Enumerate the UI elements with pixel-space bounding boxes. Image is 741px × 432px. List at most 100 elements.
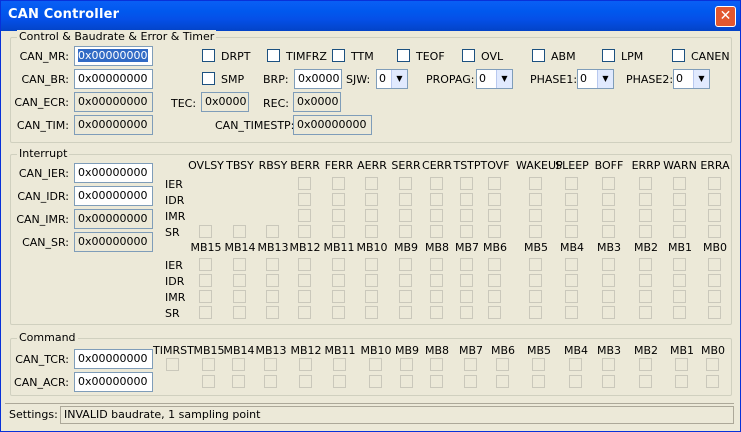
brp-field[interactable]: 0x0000	[294, 69, 342, 89]
mb-mb12-ier-checkbox[interactable]	[298, 258, 311, 271]
status-aerr-imr-checkbox[interactable]	[365, 209, 378, 222]
command-mb3-checkbox-2[interactable]	[602, 375, 615, 388]
status-aerr-ier-checkbox[interactable]	[365, 177, 378, 190]
mb-mb8-idr-checkbox[interactable]	[430, 274, 443, 287]
command-mb0-checkbox-1[interactable]	[706, 358, 719, 371]
mb-mb13-imr-checkbox[interactable]	[266, 290, 279, 303]
phase2-select[interactable]: 0 ▼	[673, 69, 710, 89]
command-mb9-checkbox-2[interactable]	[400, 375, 413, 388]
mb-mb0-ier-checkbox[interactable]	[708, 258, 721, 271]
phase1-select[interactable]: 0 ▼	[577, 69, 614, 89]
status-sleep-ier-checkbox[interactable]	[565, 177, 578, 190]
command-mb5-checkbox-2[interactable]	[532, 375, 545, 388]
checkbox-ttm[interactable]	[332, 49, 345, 62]
command-mb6-checkbox-2[interactable]	[496, 375, 509, 388]
command-mb9-checkbox-1[interactable]	[400, 358, 413, 371]
status-tstp-idr-checkbox[interactable]	[460, 193, 473, 206]
mb-mb15-ier-checkbox[interactable]	[199, 258, 212, 271]
mb-mb4-ier-checkbox[interactable]	[565, 258, 578, 271]
status-cerr-ier-checkbox[interactable]	[430, 177, 443, 190]
status-ferr-idr-checkbox[interactable]	[332, 193, 345, 206]
command-mb8-checkbox-1[interactable]	[430, 358, 443, 371]
status-tovf-imr-checkbox[interactable]	[488, 209, 501, 222]
command-mb10-checkbox-1[interactable]	[369, 358, 382, 371]
mb-mb6-ier-checkbox[interactable]	[488, 258, 501, 271]
command-mb14-checkbox-1[interactable]	[232, 358, 245, 371]
command-timrst-checkbox-1[interactable]	[166, 358, 179, 371]
command-mb6-checkbox-1[interactable]	[496, 358, 509, 371]
status-errp-idr-checkbox[interactable]	[639, 193, 652, 206]
command-mb14-checkbox-2[interactable]	[232, 375, 245, 388]
control-can_br-field[interactable]: 0x00000000	[74, 69, 153, 89]
command-mb10-checkbox-2[interactable]	[369, 375, 382, 388]
command-mb15-checkbox-2[interactable]	[202, 375, 215, 388]
chevron-down-icon[interactable]: ▼	[391, 70, 407, 88]
status-tstp-imr-checkbox[interactable]	[460, 209, 473, 222]
command-can_acr-field[interactable]: 0x00000000	[74, 372, 153, 392]
mb-mb9-imr-checkbox[interactable]	[399, 290, 412, 303]
status-serr-ier-checkbox[interactable]	[399, 177, 412, 190]
command-mb3-checkbox-1[interactable]	[602, 358, 615, 371]
command-mb7-checkbox-2[interactable]	[464, 375, 477, 388]
mb-mb9-idr-checkbox[interactable]	[399, 274, 412, 287]
command-mb2-checkbox-2[interactable]	[639, 375, 652, 388]
mb-mb2-idr-checkbox[interactable]	[639, 274, 652, 287]
status-warn-ier-checkbox[interactable]	[673, 177, 686, 190]
title-bar[interactable]: CAN Controller ✕	[1, 1, 740, 31]
checkbox-ovl[interactable]	[462, 49, 475, 62]
mb-mb13-idr-checkbox[interactable]	[266, 274, 279, 287]
checkbox-smp[interactable]	[202, 72, 215, 85]
propag-select[interactable]: 0 ▼	[476, 69, 513, 89]
mb-mb1-idr-checkbox[interactable]	[673, 274, 686, 287]
status-errp-ier-checkbox[interactable]	[639, 177, 652, 190]
mb-mb9-ier-checkbox[interactable]	[399, 258, 412, 271]
command-mb4-checkbox-1[interactable]	[569, 358, 582, 371]
status-errp-imr-checkbox[interactable]	[639, 209, 652, 222]
command-mb0-checkbox-2[interactable]	[706, 375, 719, 388]
checkbox-drpt[interactable]	[202, 49, 215, 62]
sjw-select[interactable]: 0 ▼	[376, 69, 408, 89]
mb-mb14-ier-checkbox[interactable]	[233, 258, 246, 271]
command-mb12-checkbox-2[interactable]	[299, 375, 312, 388]
status-wakeup-ier-checkbox[interactable]	[529, 177, 542, 190]
mb-mb2-ier-checkbox[interactable]	[639, 258, 652, 271]
mb-mb11-imr-checkbox[interactable]	[332, 290, 345, 303]
command-mb1-checkbox-2[interactable]	[675, 375, 688, 388]
status-boff-imr-checkbox[interactable]	[602, 209, 615, 222]
mb-mb11-ier-checkbox[interactable]	[332, 258, 345, 271]
status-boff-ier-checkbox[interactable]	[602, 177, 615, 190]
checkbox-lpm[interactable]	[602, 49, 615, 62]
status-ferr-imr-checkbox[interactable]	[332, 209, 345, 222]
mb-mb14-imr-checkbox[interactable]	[233, 290, 246, 303]
status-berr-ier-checkbox[interactable]	[298, 177, 311, 190]
mb-mb1-imr-checkbox[interactable]	[673, 290, 686, 303]
command-mb4-checkbox-2[interactable]	[569, 375, 582, 388]
control-can_mr-field[interactable]: 0x00000000	[74, 46, 153, 66]
command-mb7-checkbox-1[interactable]	[464, 358, 477, 371]
status-erra-idr-checkbox[interactable]	[708, 193, 721, 206]
mb-mb10-imr-checkbox[interactable]	[365, 290, 378, 303]
mb-mb13-ier-checkbox[interactable]	[266, 258, 279, 271]
command-mb13-checkbox-2[interactable]	[264, 375, 277, 388]
status-berr-imr-checkbox[interactable]	[298, 209, 311, 222]
status-wakeup-imr-checkbox[interactable]	[529, 209, 542, 222]
mb-mb2-imr-checkbox[interactable]	[639, 290, 652, 303]
status-ferr-ier-checkbox[interactable]	[332, 177, 345, 190]
close-button[interactable]: ✕	[715, 6, 736, 27]
status-wakeup-idr-checkbox[interactable]	[529, 193, 542, 206]
command-mb12-checkbox-1[interactable]	[299, 358, 312, 371]
mb-mb15-idr-checkbox[interactable]	[199, 274, 212, 287]
mb-mb7-imr-checkbox[interactable]	[460, 290, 473, 303]
chevron-down-icon[interactable]: ▼	[597, 70, 613, 88]
mb-mb11-idr-checkbox[interactable]	[332, 274, 345, 287]
mb-mb3-imr-checkbox[interactable]	[602, 290, 615, 303]
status-warn-idr-checkbox[interactable]	[673, 193, 686, 206]
status-tovf-idr-checkbox[interactable]	[488, 193, 501, 206]
interrupt-can_idr-field[interactable]: 0x00000000	[74, 186, 153, 206]
command-mb11-checkbox-2[interactable]	[333, 375, 346, 388]
checkbox-timfrz[interactable]	[267, 49, 280, 62]
status-boff-idr-checkbox[interactable]	[602, 193, 615, 206]
status-berr-idr-checkbox[interactable]	[298, 193, 311, 206]
mb-mb0-idr-checkbox[interactable]	[708, 274, 721, 287]
command-mb2-checkbox-1[interactable]	[639, 358, 652, 371]
